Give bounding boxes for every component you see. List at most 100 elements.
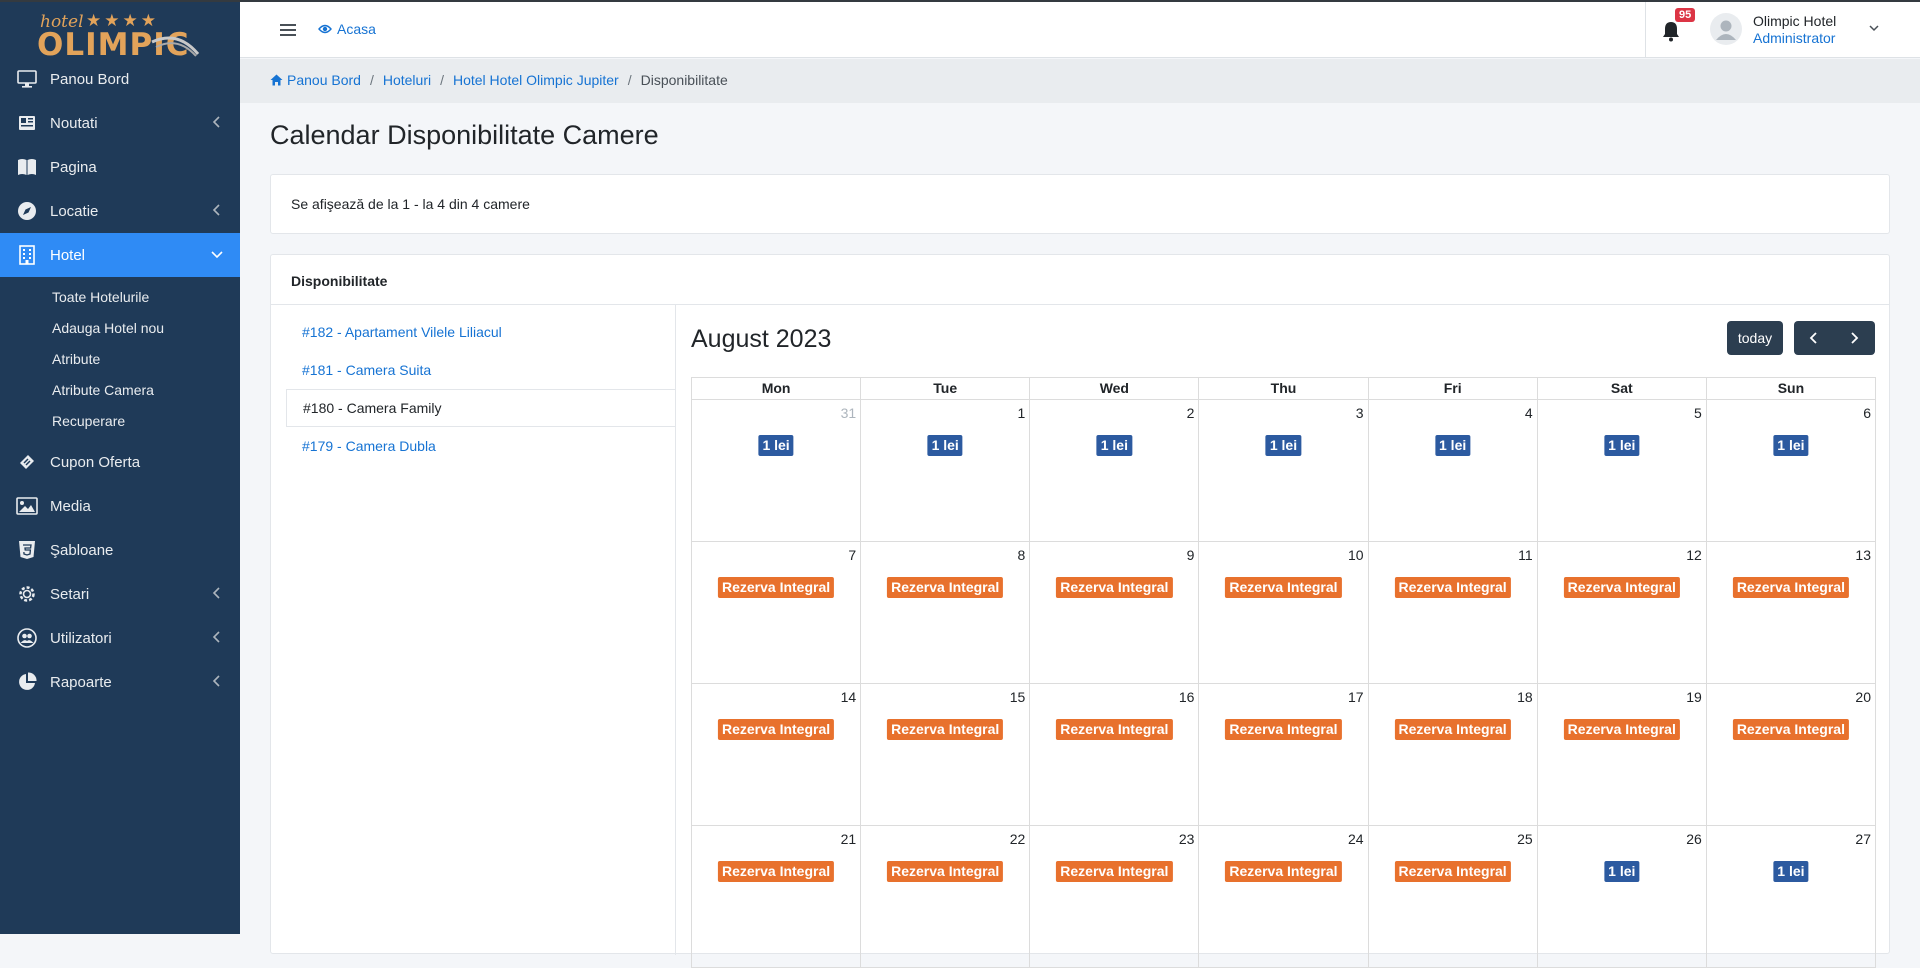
weekday-header: Fri	[1368, 378, 1538, 400]
sidebar-item-noutati[interactable]: Noutati	[0, 101, 240, 145]
home-link[interactable]: Acasa	[318, 21, 376, 37]
avatar[interactable]	[1710, 13, 1742, 45]
calendar-day-cell[interactable]: 2 1 lei	[1030, 400, 1200, 542]
booked-event[interactable]: Rezerva Integral	[1394, 861, 1511, 882]
calendar-day-cell[interactable]: 7 Rezerva Integral	[692, 542, 862, 684]
room-item-181[interactable]: #181 - Camera Suita	[286, 351, 676, 389]
calendar-day-cell[interactable]: 3 1 lei	[1199, 400, 1369, 542]
sidebar-item-setari[interactable]: Setari	[0, 572, 240, 616]
calendar-day-cell[interactable]: 5 1 lei	[1537, 400, 1707, 542]
sidebar-item-sabloane[interactable]: Şabloane	[0, 528, 240, 572]
booked-event[interactable]: Rezerva Integral	[1394, 719, 1511, 740]
room-item-182[interactable]: #182 - Apartament Vilele Liliacul	[286, 313, 676, 351]
bell-icon[interactable]	[1660, 20, 1682, 42]
calendar-day-cell[interactable]: 23 Rezerva Integral	[1030, 826, 1200, 968]
booked-event[interactable]: Rezerva Integral	[717, 719, 835, 740]
sidebar-item-locatie[interactable]: Locatie	[0, 189, 240, 233]
room-item-180[interactable]: #180 - Camera Family	[286, 389, 676, 427]
price-event[interactable]: 1 lei	[758, 435, 794, 456]
sidebar-item-rapoarte[interactable]: Rapoarte	[0, 660, 240, 704]
calendar-day-cell[interactable]: 19 Rezerva Integral	[1537, 684, 1707, 826]
calendar-day-cell[interactable]: 15 Rezerva Integral	[861, 684, 1031, 826]
sidebar-item-media[interactable]: Media	[0, 484, 240, 528]
price-event[interactable]: 1 lei	[1096, 435, 1132, 456]
sidebar-item-panou-bord[interactable]: Panou Bord	[0, 57, 240, 101]
booked-event[interactable]: Rezerva Integral	[1225, 719, 1342, 740]
calendar-day-cell[interactable]: 20 Rezerva Integral	[1706, 684, 1876, 826]
brand-logo[interactable]: hotel ★★★★ OLIMPIC	[0, 0, 240, 63]
calendar-day-cell[interactable]: 16 Rezerva Integral	[1030, 684, 1200, 826]
price-event[interactable]: 1 lei	[1604, 861, 1640, 882]
price-event[interactable]: 1 lei	[1773, 435, 1809, 456]
price-event[interactable]: 1 lei	[1773, 861, 1809, 882]
calendar-day-cell[interactable]: 12 Rezerva Integral	[1537, 542, 1707, 684]
chevron-down-icon[interactable]	[1868, 22, 1880, 34]
price-event[interactable]: 1 lei	[1265, 435, 1302, 456]
calendar-day-cell[interactable]: 4 1 lei	[1368, 400, 1538, 542]
breadcrumb-separator: /	[369, 72, 374, 88]
sidebar-item-hotel[interactable]: Hotel	[0, 233, 240, 277]
calendar-day-cell[interactable]: 17 Rezerva Integral	[1199, 684, 1369, 826]
sidebar-item-cupon-oferta[interactable]: Cupon Oferta	[0, 440, 240, 484]
booked-event[interactable]: Rezerva Integral	[1563, 577, 1680, 598]
calendar-day-cell[interactable]: 11 Rezerva Integral	[1368, 542, 1538, 684]
submenu-item-atribute[interactable]: Atribute	[0, 343, 240, 374]
price-event[interactable]: 1 lei	[1435, 435, 1471, 456]
day-number: 14	[840, 689, 857, 705]
submenu-item-adauga-hotel[interactable]: Adauga Hotel nou	[0, 312, 240, 343]
booked-event[interactable]: Rezerva Integral	[717, 861, 835, 882]
home-icon	[270, 74, 283, 86]
calendar-day-cell[interactable]: 8 Rezerva Integral	[861, 542, 1031, 684]
booked-event[interactable]: Rezerva Integral	[1056, 577, 1173, 598]
breadcrumb-item-hotel[interactable]: Hotel Hotel Olimpic Jupiter	[453, 72, 619, 88]
breadcrumb: Panou Bord / Hoteluri / Hotel Hotel Olim…	[270, 72, 728, 88]
booked-event[interactable]: Rezerva Integral	[1732, 719, 1849, 740]
booked-event[interactable]: Rezerva Integral	[1563, 719, 1680, 740]
day-number: 19	[1686, 689, 1702, 705]
calendar-day-cell[interactable]: 10 Rezerva Integral	[1199, 542, 1369, 684]
booked-event[interactable]: Rezerva Integral	[1056, 719, 1173, 740]
submenu-item-atribute-camera[interactable]: Atribute Camera	[0, 374, 240, 405]
booked-event[interactable]: Rezerva Integral	[717, 577, 835, 598]
prev-month-button[interactable]	[1794, 321, 1834, 355]
calendar-title: August 2023	[691, 325, 832, 353]
calendar-day-cell[interactable]: 25 Rezerva Integral	[1368, 826, 1538, 968]
breadcrumb-item-panou-bord[interactable]: Panou Bord	[270, 72, 361, 88]
booked-event[interactable]: Rezerva Integral	[1056, 861, 1173, 882]
submenu-item-recuperare[interactable]: Recuperare	[0, 405, 240, 436]
today-button[interactable]: today	[1727, 321, 1783, 355]
room-item-179[interactable]: #179 - Camera Dubla	[286, 427, 676, 465]
sidebar-item-utilizatori[interactable]: Utilizatori	[0, 616, 240, 660]
day-number: 26	[1686, 831, 1702, 847]
booked-event[interactable]: Rezerva Integral	[887, 861, 1004, 882]
calendar-day-cell[interactable]: 22 Rezerva Integral	[861, 826, 1031, 968]
calendar-day-cell[interactable]: 13 Rezerva Integral	[1706, 542, 1876, 684]
calendar-day-cell[interactable]: 9 Rezerva Integral	[1030, 542, 1200, 684]
booked-event[interactable]: Rezerva Integral	[887, 719, 1004, 740]
next-month-button[interactable]	[1834, 321, 1874, 355]
user-name[interactable]: Olimpic Hotel	[1753, 13, 1836, 29]
calendar-week-row: 7 Rezerva Integral 8 Rezerva Integral 9 Rezer…	[692, 542, 1876, 684]
calendar-nav	[1794, 321, 1875, 355]
breadcrumb-separator: /	[627, 72, 632, 88]
price-event[interactable]: 1 lei	[1604, 435, 1640, 456]
breadcrumb-item-hoteluri[interactable]: Hoteluri	[383, 72, 431, 88]
calendar-day-cell[interactable]: 6 1 lei	[1706, 400, 1876, 542]
price-event[interactable]: 1 lei	[927, 435, 963, 456]
booked-event[interactable]: Rezerva Integral	[1225, 577, 1342, 598]
booked-event[interactable]: Rezerva Integral	[1225, 861, 1342, 882]
booked-event[interactable]: Rezerva Integral	[1732, 577, 1849, 598]
calendar-day-cell[interactable]: 14 Rezerva Integral	[692, 684, 862, 826]
booked-event[interactable]: Rezerva Integral	[1394, 577, 1511, 598]
calendar-day-cell[interactable]: 1 1 lei	[861, 400, 1031, 542]
sidebar-item-pagina[interactable]: Pagina	[0, 145, 240, 189]
menu-toggle-icon[interactable]	[278, 20, 298, 40]
calendar-day-cell[interactable]: 27 1 lei	[1706, 826, 1876, 968]
calendar-day-cell[interactable]: 26 1 lei	[1537, 826, 1707, 968]
submenu-item-toate-hotelurile[interactable]: Toate Hotelurile	[0, 281, 240, 312]
calendar-day-cell[interactable]: 31 1 lei	[692, 400, 862, 542]
booked-event[interactable]: Rezerva Integral	[887, 577, 1004, 598]
calendar-day-cell[interactable]: 21 Rezerva Integral	[692, 826, 862, 968]
calendar-day-cell[interactable]: 24 Rezerva Integral	[1199, 826, 1369, 968]
calendar-day-cell[interactable]: 18 Rezerva Integral	[1368, 684, 1538, 826]
